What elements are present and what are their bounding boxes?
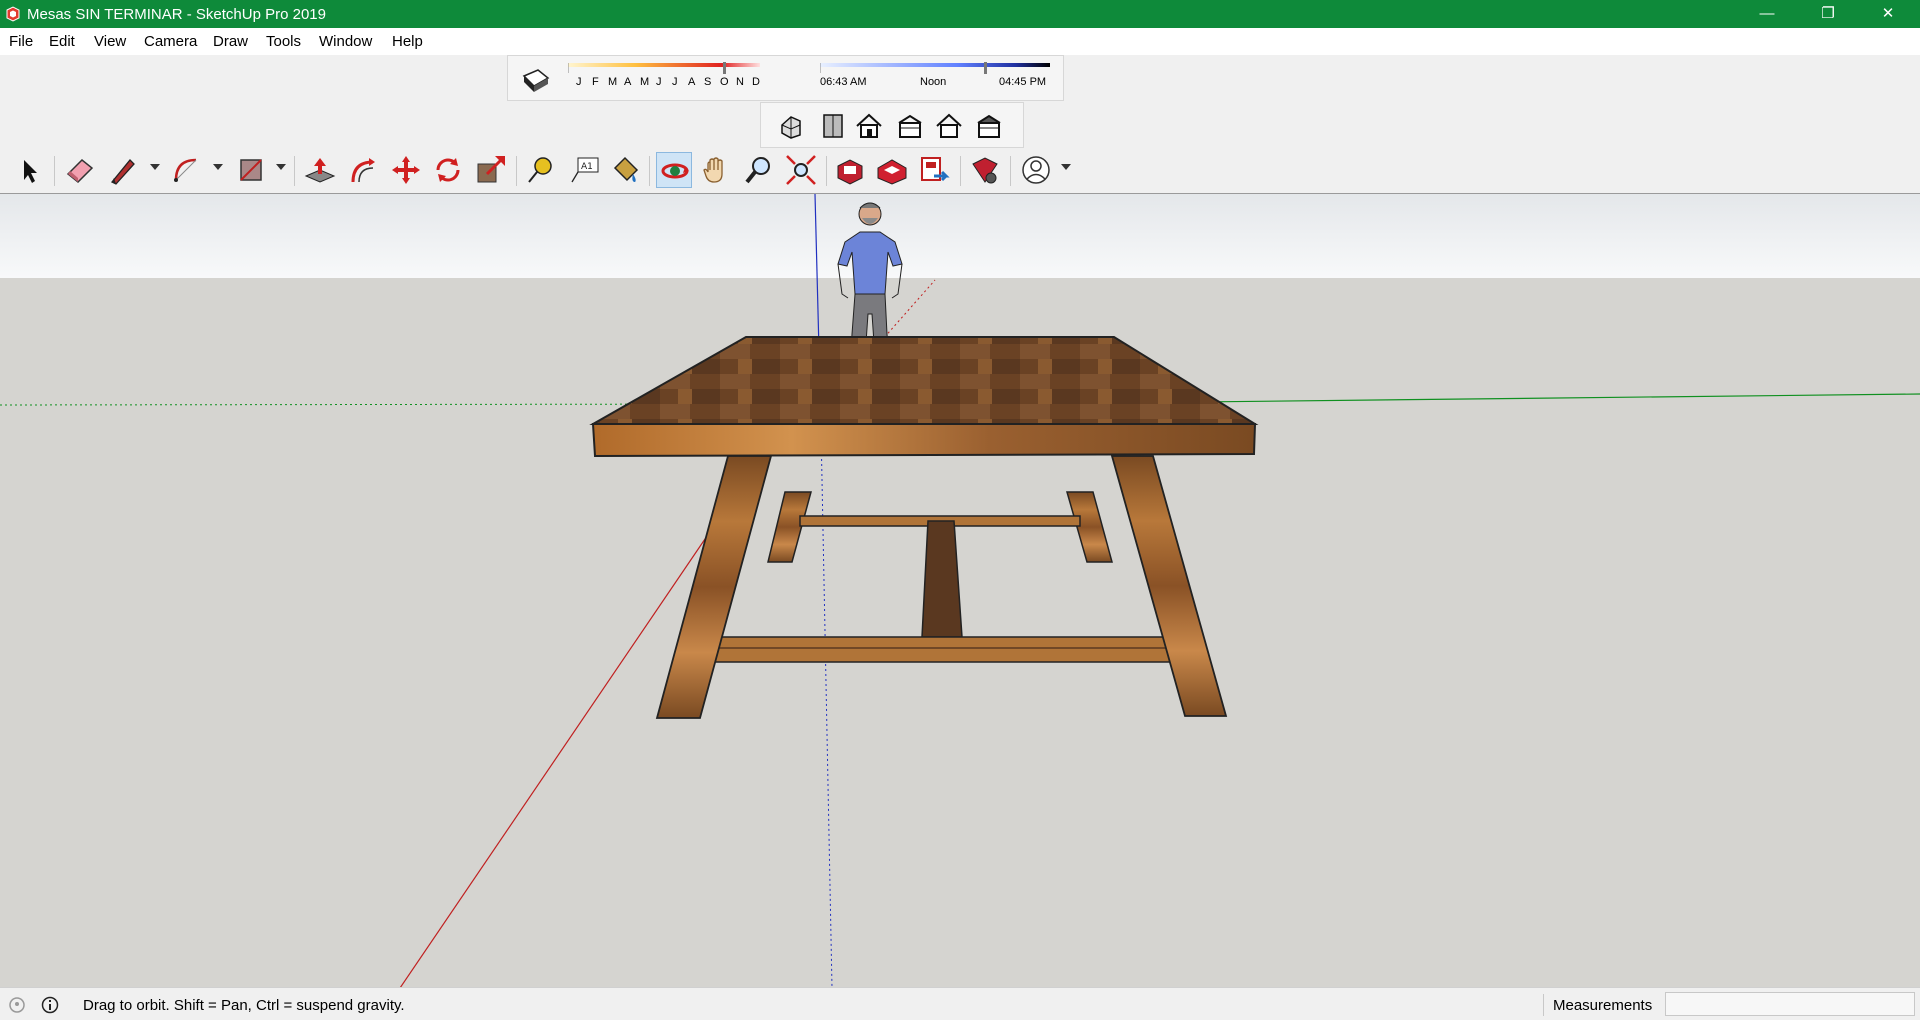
green-axis bbox=[1104, 393, 1920, 404]
status-separator bbox=[1543, 994, 1544, 1016]
3d-viewport[interactable] bbox=[0, 193, 1920, 987]
3d-warehouse-icon[interactable] bbox=[832, 152, 868, 188]
month-label: O bbox=[720, 76, 729, 88]
line-icon[interactable] bbox=[104, 152, 140, 188]
rectangle-icon[interactable] bbox=[233, 152, 269, 188]
table-lower-stretcher bbox=[710, 636, 1173, 663]
month-label: J bbox=[576, 76, 582, 88]
title-bar: Mesas SIN TERMINAR - SketchUp Pro 2019 —… bbox=[0, 0, 1920, 28]
table-leg-back-left bbox=[767, 491, 812, 563]
svg-text:A1: A1 bbox=[581, 162, 593, 172]
top-view-icon[interactable] bbox=[818, 111, 848, 141]
model-scene bbox=[0, 194, 1920, 987]
tape-measure-icon[interactable] bbox=[523, 152, 559, 188]
paint-bucket-icon[interactable] bbox=[607, 152, 643, 188]
views-toolbar bbox=[760, 102, 1024, 148]
arc-dropdown-icon[interactable] bbox=[213, 164, 223, 170]
month-label: J bbox=[656, 76, 662, 88]
status-bar: Drag to orbit. Shift = Pan, Ctrl = suspe… bbox=[0, 987, 1920, 1020]
toolbar-area: J F M A M J J A S O N D 06:43 AM Noon 04… bbox=[0, 55, 1920, 193]
geo-location-icon[interactable] bbox=[8, 996, 26, 1014]
close-button[interactable]: ✕ bbox=[1859, 0, 1917, 28]
back-view-icon[interactable] bbox=[934, 111, 964, 141]
toolbar-separator bbox=[960, 156, 961, 186]
month-label: F bbox=[592, 76, 599, 88]
iso-view-icon[interactable] bbox=[778, 111, 808, 141]
scale-icon[interactable] bbox=[473, 152, 509, 188]
extension-manager-icon[interactable] bbox=[967, 152, 1003, 188]
window-title: Mesas SIN TERMINAR - SketchUp Pro 2019 bbox=[27, 6, 326, 23]
menu-window[interactable]: Window bbox=[319, 33, 372, 50]
month-label: N bbox=[736, 76, 744, 88]
text-icon[interactable]: A1 bbox=[566, 152, 602, 188]
sky bbox=[0, 194, 1920, 278]
rotate-icon[interactable] bbox=[430, 152, 466, 188]
month-label: M bbox=[608, 76, 618, 88]
toolbar-separator bbox=[516, 156, 517, 186]
extension-warehouse-icon[interactable] bbox=[874, 152, 910, 188]
menu-help[interactable]: Help bbox=[392, 33, 423, 50]
move-icon[interactable] bbox=[388, 152, 424, 188]
push-pull-icon[interactable] bbox=[302, 152, 338, 188]
month-label: J bbox=[672, 76, 678, 88]
time-slider[interactable] bbox=[820, 62, 1050, 74]
month-label: D bbox=[752, 76, 760, 88]
table-leg-back-right bbox=[1066, 491, 1113, 563]
table-leg-front-right bbox=[1110, 455, 1228, 717]
menu-edit[interactable]: Edit bbox=[49, 33, 75, 50]
time-noon-label: Noon bbox=[920, 76, 947, 88]
minimize-button[interactable]: — bbox=[1738, 0, 1796, 28]
toolbar-separator bbox=[826, 156, 827, 186]
table-top-surface bbox=[589, 336, 1259, 425]
menu-tools[interactable]: Tools bbox=[266, 33, 301, 50]
toolbar-separator bbox=[649, 156, 650, 186]
zoom-extents-icon[interactable] bbox=[783, 152, 819, 188]
blue-axis-dashed bbox=[820, 428, 833, 987]
main-toolbar: A1 bbox=[0, 148, 1920, 193]
front-view-icon[interactable] bbox=[854, 111, 884, 141]
table-top-edge bbox=[591, 423, 1257, 458]
red-axis bbox=[399, 513, 723, 987]
toolbar-separator bbox=[1010, 156, 1011, 186]
menu-view[interactable]: View bbox=[94, 33, 126, 50]
shadows-toolbar: J F M A M J J A S O N D 06:43 AM Noon 04… bbox=[507, 55, 1064, 101]
time-start-label: 06:43 AM bbox=[820, 76, 867, 88]
table-leg-front-left bbox=[655, 455, 773, 719]
menu-draw[interactable]: Draw bbox=[213, 33, 248, 50]
toolbar-separator bbox=[294, 156, 295, 186]
line-dropdown-icon[interactable] bbox=[150, 164, 160, 170]
orbit-icon[interactable] bbox=[656, 152, 692, 188]
menu-bar: File Edit View Camera Draw Tools Window … bbox=[0, 28, 1920, 55]
month-label: A bbox=[688, 76, 696, 88]
measurements-label: Measurements bbox=[1553, 997, 1653, 1014]
pan-icon[interactable] bbox=[698, 152, 734, 188]
right-view-icon[interactable] bbox=[895, 111, 925, 141]
offset-icon[interactable] bbox=[345, 152, 381, 188]
shadow-toggle-icon[interactable] bbox=[520, 64, 552, 94]
zoom-icon[interactable] bbox=[741, 152, 777, 188]
rectangle-dropdown-icon[interactable] bbox=[276, 164, 286, 170]
status-hint: Drag to orbit. Shift = Pan, Ctrl = suspe… bbox=[83, 997, 405, 1014]
eraser-icon[interactable] bbox=[62, 152, 98, 188]
layout-icon[interactable] bbox=[916, 152, 952, 188]
time-end-label: 04:45 PM bbox=[999, 76, 1047, 88]
menu-camera[interactable]: Camera bbox=[144, 33, 197, 50]
month-label: A bbox=[624, 76, 632, 88]
toolbar-separator bbox=[54, 156, 55, 186]
arc-icon[interactable] bbox=[170, 152, 206, 188]
month-label: S bbox=[704, 76, 712, 88]
sketchup-logo-icon bbox=[6, 6, 20, 22]
table-center-support bbox=[921, 520, 963, 638]
measurements-input[interactable] bbox=[1665, 992, 1915, 1016]
left-view-icon[interactable] bbox=[974, 111, 1004, 141]
select-icon[interactable] bbox=[12, 152, 48, 188]
month-label: M bbox=[640, 76, 650, 88]
menu-file[interactable]: File bbox=[9, 33, 33, 50]
account-icon[interactable] bbox=[1018, 152, 1054, 188]
restore-button[interactable]: ❐ bbox=[1799, 0, 1857, 28]
account-dropdown-icon[interactable] bbox=[1061, 164, 1071, 170]
date-slider[interactable] bbox=[568, 62, 760, 74]
instructor-info-icon[interactable] bbox=[41, 996, 59, 1014]
